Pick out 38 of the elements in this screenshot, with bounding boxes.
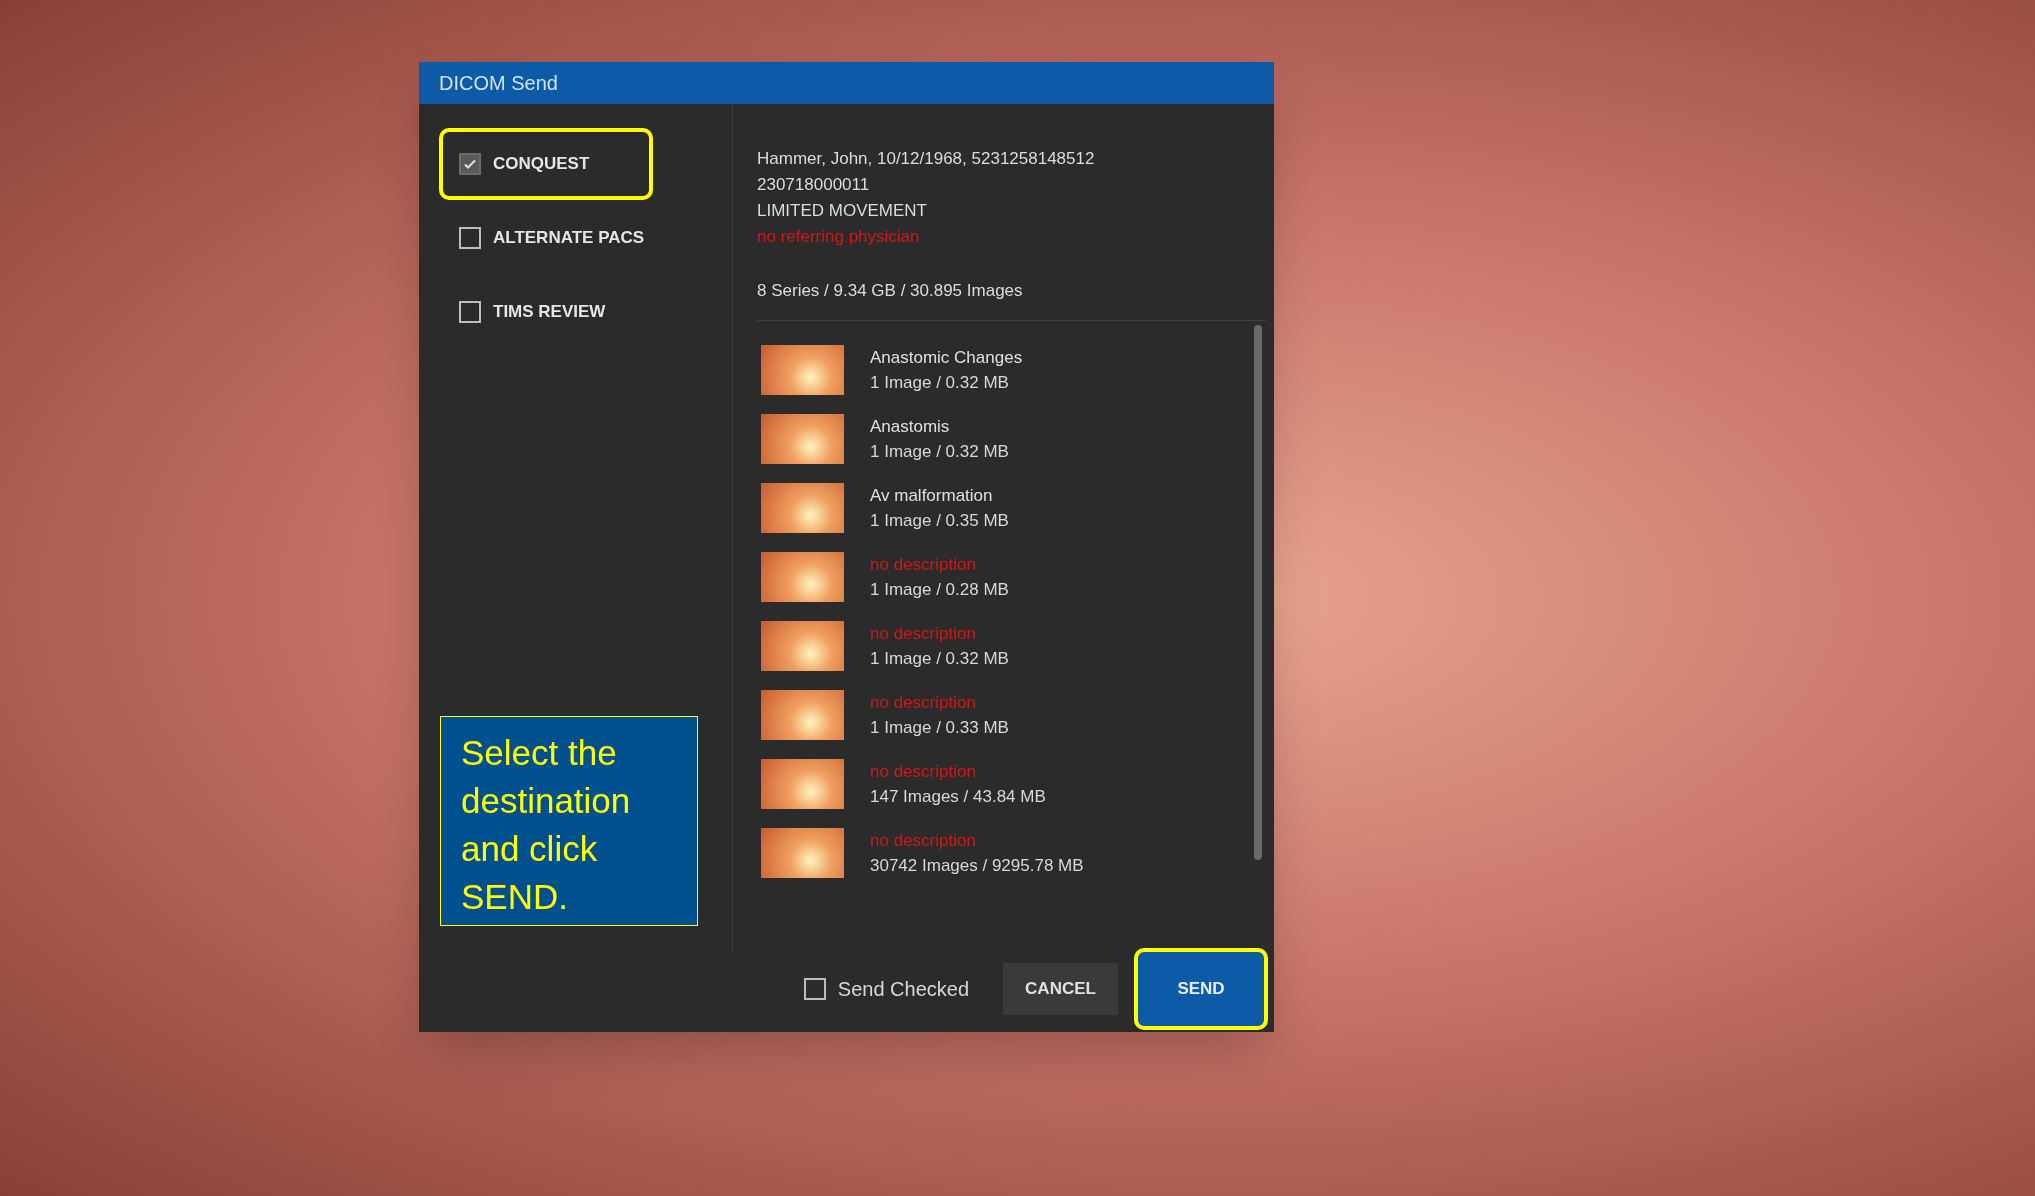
series-description: Av malformation bbox=[870, 485, 994, 507]
checkbox[interactable] bbox=[459, 153, 481, 175]
instruction-callout: Select the destination and click SEND. bbox=[440, 716, 698, 926]
series-description: no description bbox=[870, 554, 977, 576]
destination-label: ALTERNATE PACS bbox=[493, 227, 645, 250]
series-summary: 8 Series / 9.34 GB / 30.895 Images bbox=[757, 280, 1024, 302]
series-description: no description bbox=[870, 692, 977, 714]
scrollbar[interactable] bbox=[1254, 325, 1262, 860]
series-description: no description bbox=[870, 623, 977, 645]
destination-option[interactable]: CONQUEST bbox=[439, 128, 653, 200]
cancel-button[interactable]: CANCEL bbox=[1003, 963, 1118, 1015]
series-size: 1 Image / 0.32 MB bbox=[870, 372, 1010, 394]
destination-option[interactable]: ALTERNATE PACS bbox=[439, 202, 653, 274]
patient-info: Hammer, John, 10/12/1968, 5231258148512 bbox=[757, 148, 1096, 170]
series-size: 147 Images / 43.84 MB bbox=[870, 786, 1046, 808]
series-description: Anastomic Changes bbox=[870, 347, 1023, 369]
destination-option[interactable]: TIMS REVIEW bbox=[439, 276, 653, 348]
series-size: 1 Image / 0.35 MB bbox=[870, 510, 1009, 532]
series-size: 1 Image / 0.28 MB bbox=[870, 579, 1009, 601]
series-size: 30742 Images / 9295.78 MB bbox=[870, 855, 1084, 877]
destination-label: CONQUEST bbox=[493, 153, 590, 176]
send-checked-checkbox[interactable] bbox=[803, 978, 826, 1000]
send-checked-label: Send Checked bbox=[837, 977, 969, 1002]
check-icon bbox=[463, 157, 477, 171]
physician-text: no referring physician bbox=[757, 226, 921, 248]
series-description: Anastomis bbox=[870, 416, 951, 438]
patient-info: LIMITED MOVEMENT bbox=[757, 200, 928, 222]
destination-label: TIMS REVIEW bbox=[493, 301, 606, 324]
series-size: 1 Image / 0.33 MB bbox=[870, 717, 1009, 739]
send-button[interactable]: SEND bbox=[1134, 948, 1268, 1030]
checkbox[interactable] bbox=[459, 301, 481, 323]
series-description: no description bbox=[870, 830, 977, 852]
series-size: 1 Image / 0.32 MB bbox=[870, 441, 1009, 463]
series-size: 1 Image / 0.32 MB bbox=[870, 648, 1009, 670]
patient-info: 230718000011 bbox=[757, 174, 871, 196]
series-description: no description bbox=[870, 761, 977, 783]
window-title: DICOM Send bbox=[419, 62, 1274, 104]
checkbox[interactable] bbox=[459, 227, 481, 249]
